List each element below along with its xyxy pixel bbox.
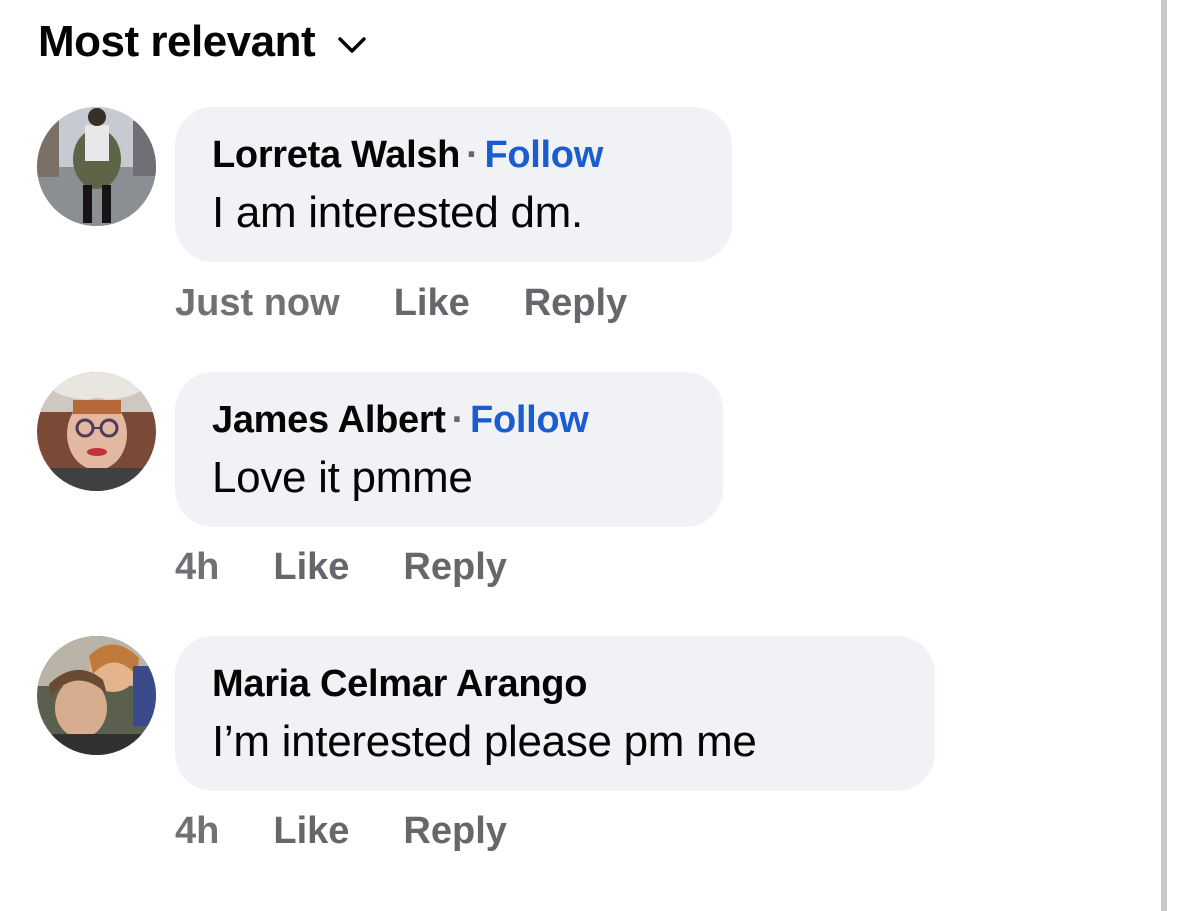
chevron-down-icon [337, 35, 367, 55]
comment-author[interactable]: James Albert [212, 399, 446, 441]
comment-actions: 4h Like Reply [175, 808, 507, 854]
follow-button[interactable]: Follow [470, 399, 589, 441]
sort-dropdown[interactable]: Most relevant [38, 14, 367, 70]
reply-button[interactable]: Reply [403, 544, 506, 590]
reply-button[interactable]: Reply [524, 280, 627, 326]
scrollbar[interactable] [1161, 0, 1167, 911]
like-button[interactable]: Like [273, 544, 349, 590]
comment-text: Love it pmme [212, 453, 473, 502]
comment-timestamp[interactable]: Just now [175, 280, 340, 326]
comment-timestamp[interactable]: 4h [175, 808, 219, 854]
comment-actions: Just now Like Reply [175, 280, 627, 326]
separator-dot: · [451, 399, 465, 441]
like-button[interactable]: Like [273, 808, 349, 854]
comment-author-line: Maria Celmar Arango [212, 660, 897, 708]
comment-author-line: Lorreta Walsh · Follow [212, 131, 694, 179]
comment-author[interactable]: Lorreta Walsh [212, 134, 460, 176]
follow-button[interactable]: Follow [484, 134, 603, 176]
comment-timestamp[interactable]: 4h [175, 544, 219, 590]
comment-bubble: Maria Celmar Arango I’m interested pleas… [175, 636, 935, 791]
like-button[interactable]: Like [394, 280, 470, 326]
separator-dot: · [466, 134, 479, 176]
comment-bubble: Lorreta Walsh · Follow I am interested dm. [175, 107, 732, 262]
sort-label: Most relevant [38, 17, 316, 66]
comment-text: I am interested dm. [212, 188, 583, 237]
comment-text: I’m interested please pm me [212, 717, 757, 766]
comment-author-line: James Albert · Follow [212, 396, 685, 444]
comment-author[interactable]: Maria Celmar Arango [212, 663, 587, 705]
avatar[interactable] [37, 372, 156, 491]
comment-bubble: James Albert · Follow Love it pmme [175, 372, 723, 527]
reply-button[interactable]: Reply [403, 808, 506, 854]
avatar[interactable] [37, 107, 156, 226]
comment-actions: 4h Like Reply [175, 544, 507, 590]
avatar[interactable] [37, 636, 156, 755]
